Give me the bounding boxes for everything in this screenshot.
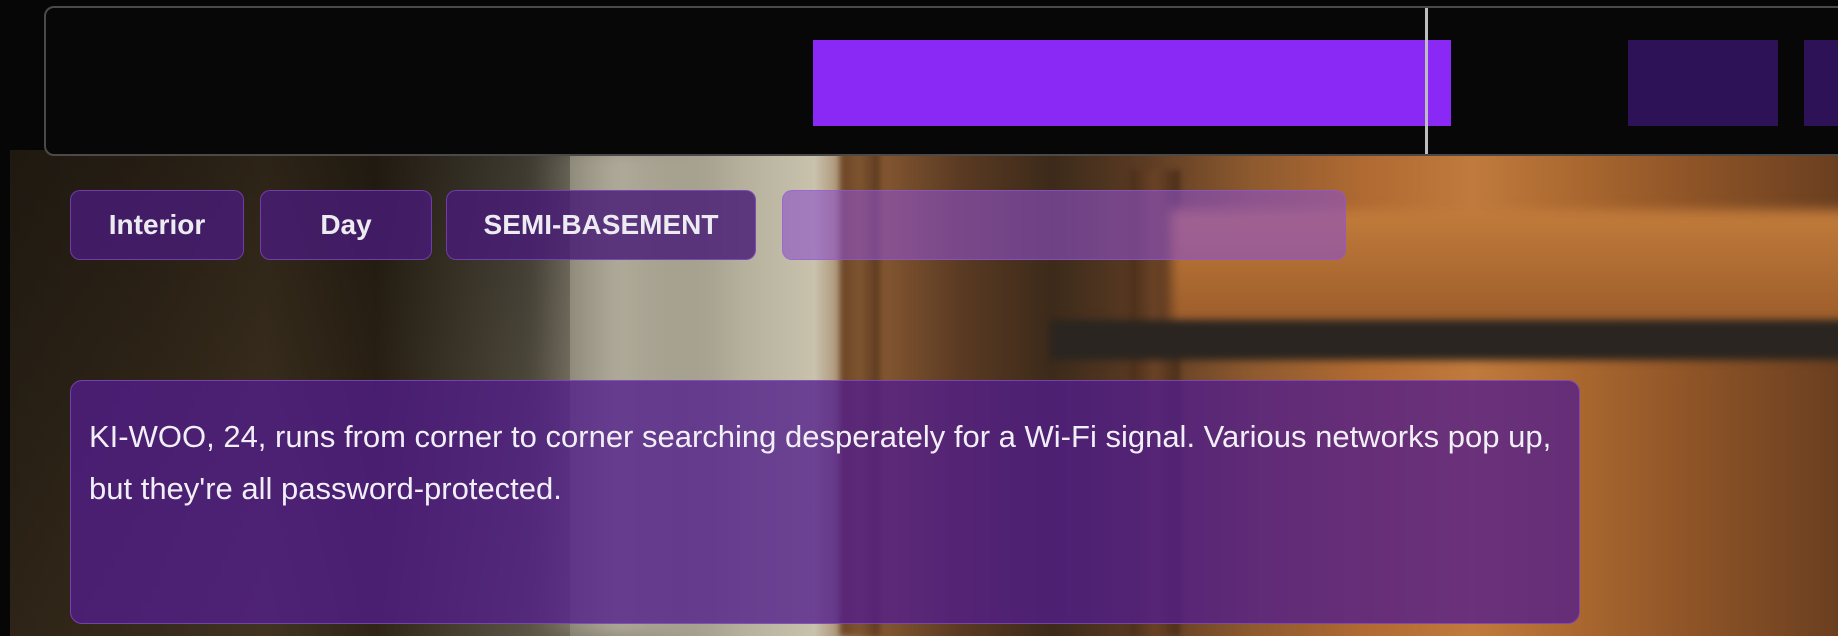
timeline-block[interactable] (1804, 40, 1838, 126)
action-text: KI-WOO, 24, runs from corner to corner s… (89, 419, 1552, 506)
chip-int-ext[interactable]: Interior (70, 190, 244, 260)
app-frame: Interior Day SEMI-BASEMENT KI-WOO, 24, r… (0, 0, 1838, 641)
chip-sublocation[interactable] (782, 190, 1346, 260)
action-text-box[interactable]: KI-WOO, 24, runs from corner to corner s… (70, 380, 1580, 624)
background-rail (1050, 320, 1838, 360)
chip-time-of-day[interactable]: Day (260, 190, 432, 260)
timeline-block[interactable] (1628, 40, 1778, 126)
timeline-block-active[interactable] (813, 40, 1451, 126)
chip-location[interactable]: SEMI-BASEMENT (446, 190, 756, 260)
scene-timeline[interactable] (44, 6, 1838, 156)
timeline-playhead[interactable] (1425, 8, 1428, 154)
scene-stage: Interior Day SEMI-BASEMENT KI-WOO, 24, r… (0, 0, 1838, 636)
